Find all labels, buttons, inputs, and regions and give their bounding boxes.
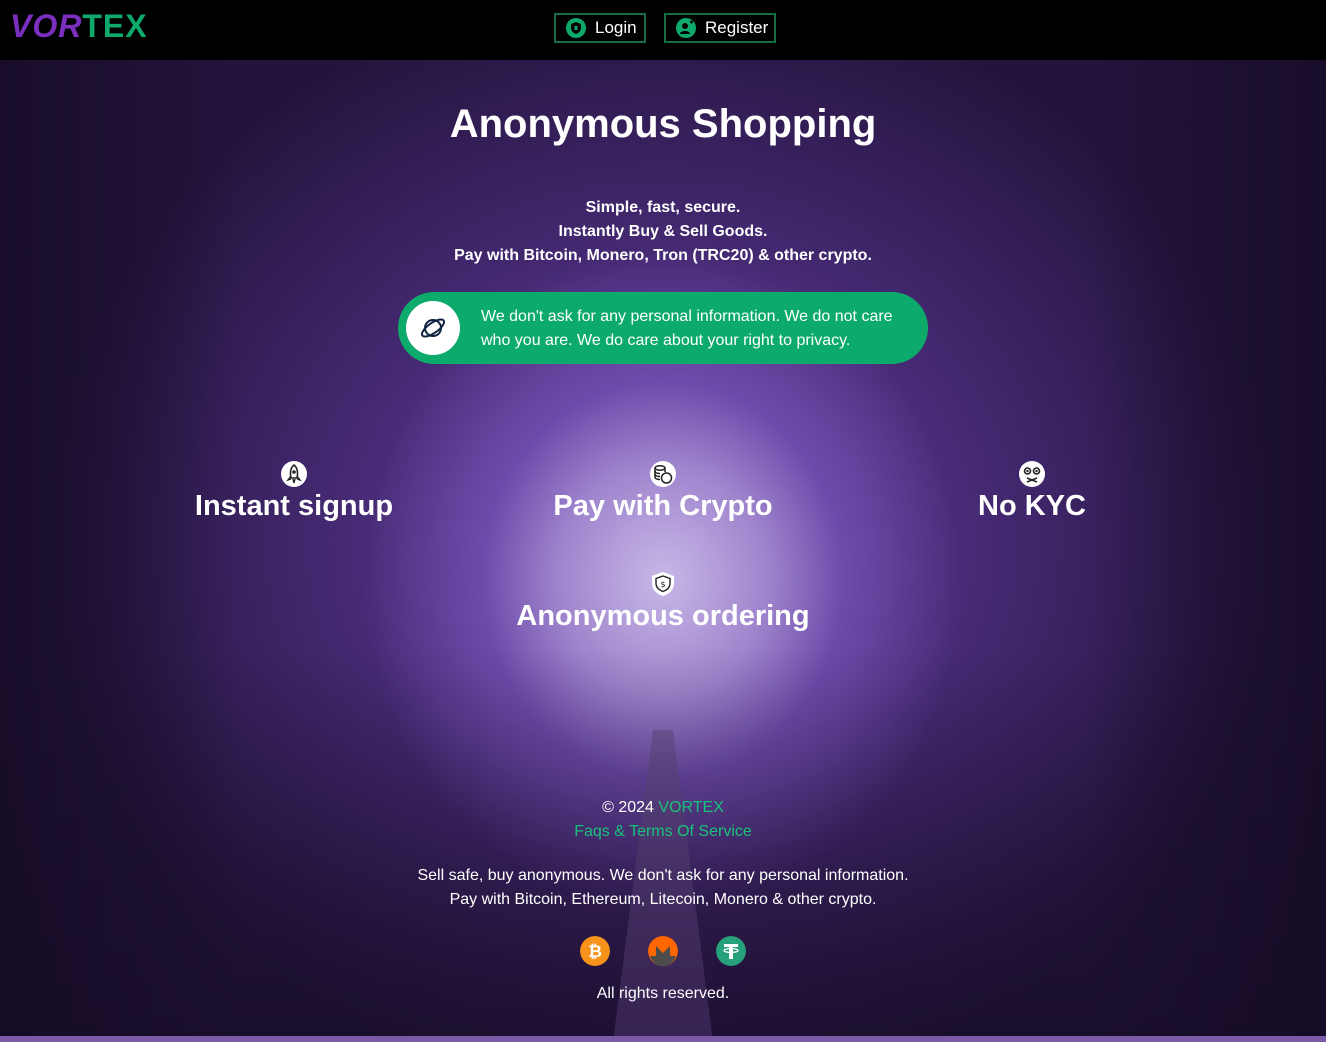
feature-label: Instant signup (194, 490, 394, 522)
feature-pay-with-crypto: Pay with Crypto (520, 460, 806, 523)
coins-icon (650, 461, 676, 487)
page-title: Anonymous Shopping (449, 102, 877, 146)
logo-text-part1: VOR (10, 7, 83, 44)
main-content: Anonymous Shopping Simple, fast, secure.… (0, 0, 1326, 1042)
feature-instant-signup: Instant signup (160, 460, 428, 523)
faq-terms-link[interactable]: Faqs & Terms Of Service (0, 823, 1326, 841)
rocket-icon (281, 461, 307, 487)
copyright-text: © 2024 (602, 799, 654, 816)
anonymous-mask-icon (1019, 461, 1045, 487)
register-button[interactable]: Register (664, 13, 776, 43)
privacy-notice-text: We don't ask for any personal informatio… (481, 308, 893, 349)
footer-text-1: Sell safe, buy anonymous. We don't ask f… (417, 867, 909, 884)
top-navbar: VOR TEX Login Register (0, 0, 1326, 60)
feature-label: No KYC (978, 490, 1086, 522)
copyright-line: © 2024 VORTEX (0, 799, 1326, 817)
all-rights-text: All rights reserved. (596, 985, 730, 1002)
tagline-3: Pay with Bitcoin, Monero, Tron (TRC20) &… (454, 247, 872, 264)
tagline-2: Instantly Buy & Sell Goods. (558, 223, 768, 240)
privacy-notice-banner: We don't ask for any personal informatio… (398, 292, 928, 364)
register-label: Register (705, 18, 769, 37)
svg-text:$: $ (660, 580, 665, 589)
shield-dollar-icon: $ (652, 572, 674, 596)
footer-brand-link[interactable]: VORTEX (658, 799, 724, 816)
logo-text-part2: TEX (82, 7, 148, 44)
footer-text-2: Pay with Bitcoin, Ethereum, Litecoin, Mo… (449, 891, 877, 908)
login-label: Login (595, 18, 637, 37)
feature-anonymous-ordering: $ Anonymous ordering (490, 570, 836, 633)
privacy-planet-icon (406, 301, 460, 355)
monero-icon (648, 936, 678, 966)
tether-icon (716, 936, 746, 966)
feature-label: Pay with Crypto (553, 490, 773, 522)
svg-text:₿: ₿ (588, 942, 602, 962)
vortex-logo[interactable]: VOR TEX (10, 8, 148, 44)
login-button[interactable]: Login (554, 13, 646, 43)
feature-label: Anonymous ordering (516, 600, 810, 632)
feature-no-kyc: No KYC (930, 460, 1134, 523)
login-shield-icon (566, 18, 586, 38)
tagline-1: Simple, fast, secure. (585, 199, 741, 216)
register-user-icon (676, 18, 696, 38)
bitcoin-icon: ₿ (580, 936, 610, 966)
